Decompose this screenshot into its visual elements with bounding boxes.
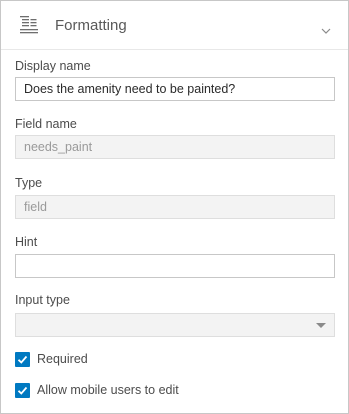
hint-label: Hint bbox=[15, 235, 38, 249]
type-label: Type bbox=[15, 176, 43, 190]
dropdown-arrow-icon bbox=[316, 323, 326, 328]
formatting-panel: Formatting Display name Does the amenity… bbox=[0, 0, 349, 414]
field-name-input: needs_paint bbox=[15, 135, 335, 159]
display-name-input[interactable]: Does the amenity need to be painted? bbox=[15, 77, 335, 101]
checkmark-icon bbox=[17, 386, 28, 395]
input-type-select[interactable] bbox=[15, 313, 335, 337]
allow-mobile-edit-checkbox[interactable] bbox=[15, 383, 30, 398]
input-type-label: Input type bbox=[15, 293, 70, 307]
type-input: field bbox=[15, 195, 335, 219]
hint-input[interactable] bbox=[15, 254, 335, 278]
required-label: Required bbox=[37, 352, 88, 366]
required-checkbox[interactable] bbox=[15, 352, 30, 367]
formatting-header[interactable]: Formatting bbox=[1, 1, 348, 50]
panel-title: Formatting bbox=[55, 17, 127, 34]
chevron-down-icon[interactable] bbox=[321, 22, 331, 34]
checkmark-icon bbox=[17, 355, 28, 364]
field-name-label: Field name bbox=[15, 117, 77, 131]
allow-mobile-edit-label: Allow mobile users to edit bbox=[37, 383, 179, 397]
display-name-label: Display name bbox=[15, 59, 91, 73]
formatting-icon bbox=[19, 15, 39, 35]
